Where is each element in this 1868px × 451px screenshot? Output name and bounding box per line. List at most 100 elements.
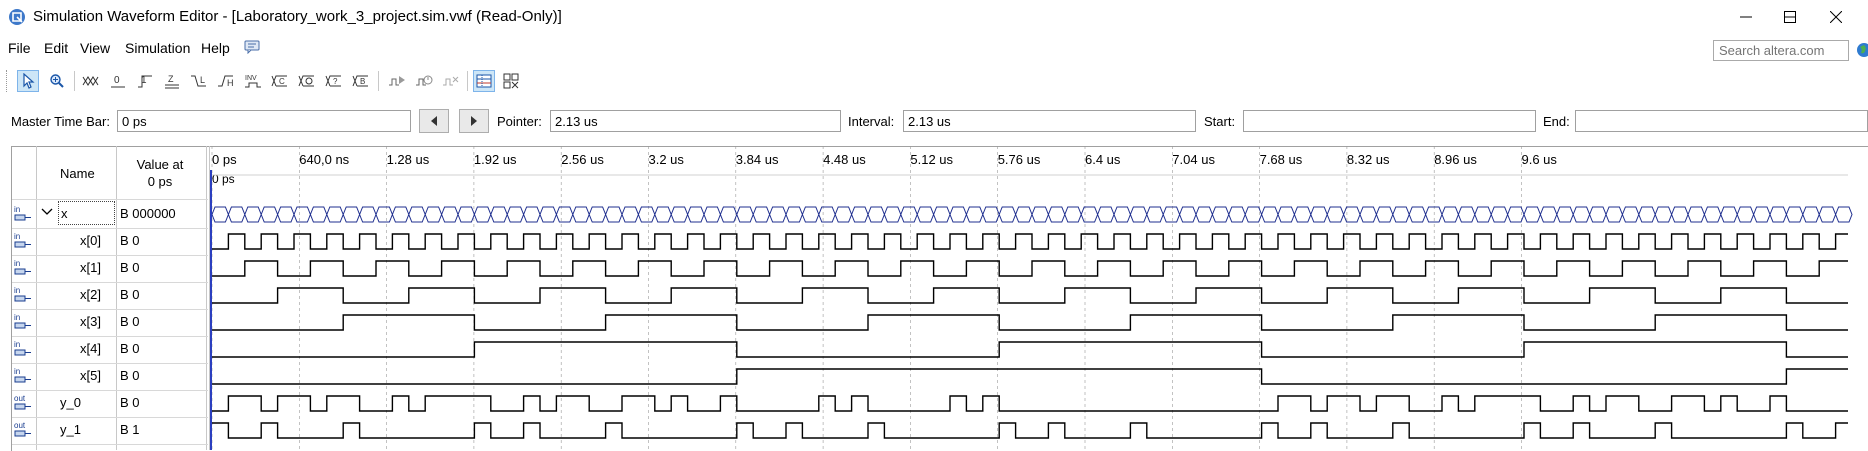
signal-value: B 000000	[120, 206, 176, 221]
waveform-y1	[212, 422, 1848, 439]
minimize-button-2[interactable]	[1723, 0, 1769, 34]
snap-to-grid-icon	[476, 74, 492, 88]
input-pin-icon: in	[14, 367, 31, 383]
start-label: Start:	[1204, 114, 1236, 129]
force-dont-care-icon: B	[352, 75, 368, 87]
next-transition-button[interactable]	[459, 109, 489, 133]
interval-field[interactable]	[903, 110, 1196, 132]
input-pin-icon: in	[14, 259, 31, 275]
window-title: Simulation Waveform Editor - [Laboratory…	[33, 8, 562, 25]
count-value-button[interactable]: C	[269, 70, 291, 92]
row-divider	[12, 417, 208, 418]
force-low-button[interactable]: 0	[107, 70, 129, 92]
force-weak-low-button[interactable]: L	[188, 70, 210, 92]
row-divider	[12, 255, 208, 256]
globe-icon[interactable]	[1856, 42, 1868, 58]
snap-to-grid-button[interactable]	[473, 70, 495, 92]
toolbar-grip[interactable]	[6, 70, 10, 92]
svg-text:in: in	[14, 286, 20, 295]
force-high-icon: 1	[138, 75, 152, 88]
svg-text:in: in	[14, 205, 20, 214]
signal-value: B 0	[120, 287, 140, 302]
svg-text:in: in	[14, 259, 20, 268]
search-input[interactable]	[1713, 40, 1849, 61]
menu-file[interactable]: File	[8, 40, 31, 56]
waveform-x0	[212, 233, 1848, 250]
svg-text:C: C	[279, 77, 285, 86]
force-low-icon: 0	[111, 75, 125, 88]
row-divider	[12, 390, 208, 391]
close-button[interactable]	[1813, 0, 1859, 34]
header-divider	[12, 199, 208, 200]
generate-netlist-button[interactable]	[440, 70, 462, 92]
menu-edit[interactable]: Edit	[44, 40, 68, 56]
close-icon	[1830, 11, 1842, 23]
svg-text:H: H	[227, 78, 234, 88]
count-value-icon: C	[271, 75, 287, 87]
start-field[interactable]	[1243, 110, 1536, 132]
force-high-button[interactable]: 1	[134, 70, 156, 92]
random-values-button[interactable]: ?	[323, 70, 345, 92]
chat-bubble-icon[interactable]	[244, 40, 260, 54]
row-divider	[12, 228, 208, 229]
name-column-header[interactable]: Name	[60, 166, 95, 181]
output-pin-icon: out	[14, 394, 31, 410]
waveform-canvas[interactable]	[210, 146, 1868, 450]
signal-value: B 1	[120, 422, 140, 437]
maximize-button[interactable]	[1767, 0, 1813, 34]
signal-name[interactable]: x[5]	[80, 368, 101, 383]
signal-name[interactable]: x[3]	[80, 314, 101, 329]
output-pin-icon: out	[14, 421, 31, 437]
menu-simulation[interactable]: Simulation	[125, 40, 190, 56]
selection-tool-button[interactable]	[17, 70, 39, 92]
row-divider	[12, 336, 208, 337]
sort-button[interactable]	[500, 70, 522, 92]
generate-netlist-icon	[443, 76, 459, 86]
end-field[interactable]	[1575, 110, 1868, 132]
signal-name[interactable]: x[0]	[80, 233, 101, 248]
maximize-icon	[1784, 11, 1796, 23]
column-divider	[36, 146, 37, 450]
value-column-header[interactable]: Value at 0 ps	[120, 156, 200, 190]
selection-tool-icon	[23, 73, 35, 89]
chevron-down-icon[interactable]	[41, 208, 53, 216]
row-divider	[12, 444, 208, 445]
force-weak-high-icon: H	[218, 75, 234, 88]
signal-value: B 0	[120, 233, 140, 248]
menu-view[interactable]: View	[80, 40, 110, 56]
force-unknown-button[interactable]	[80, 70, 102, 92]
waveform-x1	[212, 260, 1848, 277]
signal-name[interactable]: x[1]	[80, 260, 101, 275]
svg-text:in: in	[14, 340, 20, 349]
menu-help[interactable]: Help	[201, 40, 230, 56]
minimize-icon	[1740, 16, 1752, 18]
signal-name[interactable]: y_0	[60, 395, 81, 410]
run-functional-simulation-icon	[389, 76, 405, 86]
master-time-bar-label: Master Time Bar:	[11, 114, 110, 129]
signal-value: B 0	[120, 314, 140, 329]
arrow-right-icon	[471, 116, 477, 126]
signal-name[interactable]: x[2]	[80, 287, 101, 302]
run-functional-simulation-button[interactable]	[386, 70, 408, 92]
svg-text:out: out	[14, 394, 26, 403]
signal-name[interactable]: y_1	[60, 422, 81, 437]
master-time-bar-field[interactable]	[117, 110, 411, 132]
bus-waveform-x	[211, 206, 1853, 223]
invert-button[interactable]: INV	[242, 70, 264, 92]
zoom-tool-button[interactable]	[46, 70, 68, 92]
signal-name[interactable]: x[4]	[80, 341, 101, 356]
force-high-impedance-button[interactable]: Z	[161, 70, 183, 92]
force-weak-high-button[interactable]: H	[215, 70, 237, 92]
run-timing-simulation-button[interactable]	[413, 70, 435, 92]
waveform-y0	[212, 395, 1848, 412]
arrow-left-icon	[431, 116, 437, 126]
force-dont-care-button[interactable]: B	[350, 70, 372, 92]
pointer-field[interactable]	[550, 110, 841, 132]
menu-bar: File Edit View Simulation Help	[0, 38, 1868, 60]
title-bar: Simulation Waveform Editor - [Laboratory…	[0, 0, 1868, 34]
previous-transition-button[interactable]	[419, 109, 449, 133]
force-high-impedance-icon: Z	[165, 74, 179, 89]
overwrite-clock-button[interactable]	[296, 70, 318, 92]
column-divider	[206, 146, 207, 450]
signal-value: B 0	[120, 341, 140, 356]
